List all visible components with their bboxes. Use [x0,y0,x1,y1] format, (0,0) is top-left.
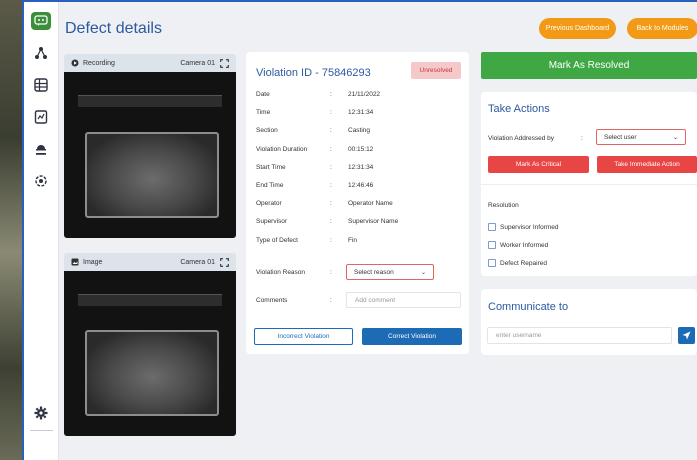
mark-as-resolved-button[interactable]: Mark As Resolved [481,52,697,79]
image-camera-label: Camera 01 [180,258,215,266]
image-label: Image [83,258,103,266]
chevron-down-icon: ⌄ [420,269,426,276]
worker-informed-checkbox[interactable]: Worker Informed [488,241,548,249]
recording-camera-label: Camera 01 [180,59,215,67]
report-icon[interactable] [32,108,50,126]
background-edge [0,0,22,460]
detail-value: Fin [348,236,358,244]
detail-row: Violation Duration:00:15:12 [256,145,374,153]
correct-violation-button[interactable]: Correct Violation [362,328,462,345]
violation-id: Violation ID - 75846293 [256,67,371,79]
recording-video[interactable] [64,72,236,238]
detail-value: Casting [348,127,371,135]
defect-image[interactable] [64,271,236,436]
divider [481,184,697,185]
detail-key: Violation Duration [256,145,308,153]
recording-panel: Recording Camera 01 [64,54,236,238]
detail-key: Supervisor [256,218,288,226]
violation-card: Violation ID - 75846293 Unresolved Date:… [246,52,469,354]
detail-key: Section [256,127,278,135]
detail-value: 12:31:34 [348,109,374,117]
network-icon[interactable] [32,44,50,62]
communicate-title: Communicate to [488,301,569,313]
take-actions-title: Take Actions [488,103,550,115]
sidebar [24,2,59,460]
previous-dashboard-button[interactable]: Previous Dashboard [539,18,616,39]
image-panel: Image Camera 01 [64,253,236,436]
detail-row: Start Time:12:31:34 [256,163,374,171]
addressed-by-label: Violation Addressed by [488,135,555,142]
image-header: Image Camera 01 [64,253,236,271]
resolution-label: Resolution [488,202,519,209]
send-button[interactable] [678,327,695,344]
settings-badge-icon[interactable] [32,172,50,190]
detail-row: Time:12:31:34 [256,109,374,117]
detail-row: Section: Casting [256,127,371,135]
detail-key: Type of Defect [256,236,298,244]
chevron-down-icon: ⌄ [672,134,678,141]
detail-value: 00:15:12 [348,145,374,153]
page-title: Defect details [65,20,162,37]
worker-icon[interactable] [32,140,50,158]
detail-value: Supervisor Name [348,218,399,226]
take-actions-card: Take Actions Violation Addressed by : Se… [481,92,697,276]
recording-header: Recording Camera 01 [64,54,236,72]
detail-value: 12:31:34 [348,163,374,171]
back-to-modules-button[interactable]: Back to Modules [627,18,697,39]
gear-icon[interactable] [32,404,50,422]
detail-key: Start Time [256,163,286,171]
communicate-card: Communicate to enter username [481,289,697,355]
record-icon [71,59,79,67]
detail-key: Time [256,109,271,117]
grid-icon[interactable] [32,76,50,94]
detail-row: End Time:12:46:46 [256,182,374,189]
detail-row: Type of Defect: Fin [256,236,358,244]
recording-label: Recording [83,59,115,67]
detail-value: 21/11/2022 [348,91,381,98]
detail-row: Supervisor: Supervisor Name [256,218,399,226]
comment-input[interactable]: Add comment [346,292,461,308]
fullscreen-icon[interactable] [220,58,229,68]
detail-key: End Time [256,182,284,189]
send-icon [682,331,691,340]
mark-as-critical-button[interactable]: Mark As Critical [488,156,589,173]
status-badge: Unresolved [411,62,461,79]
supervisor-informed-checkbox[interactable]: Supervisor Informed [488,223,559,231]
sidebar-divider [30,430,53,431]
detail-value: 12:46:46 [348,182,374,189]
violation-reason-select[interactable]: Select reason ⌄ [346,264,434,280]
app-window: Defect details Previous Dashboard Back t… [22,0,697,460]
detail-row: Date:21/11/2022 [256,91,381,98]
addressed-by-select[interactable]: Select user ⌄ [596,129,686,145]
violation-reason-label: Violation Reason [256,269,306,276]
take-immediate-action-button[interactable]: Take Immediate Action [597,156,697,173]
detail-value: Operator Name [348,200,393,208]
detail-row: Operator: Operator Name [256,200,393,208]
comments-label: Comments [256,297,288,304]
detail-key: Operator [256,200,282,208]
defect-repaired-checkbox[interactable]: Defect Repaired [488,259,547,267]
incorrect-violation-button[interactable]: Incorrect Violation [254,328,353,345]
detail-key: Date [256,91,270,98]
chat-logo-icon[interactable] [31,12,51,30]
image-icon [71,258,79,266]
username-input[interactable]: enter username [487,327,672,344]
fullscreen-icon[interactable] [220,257,229,267]
